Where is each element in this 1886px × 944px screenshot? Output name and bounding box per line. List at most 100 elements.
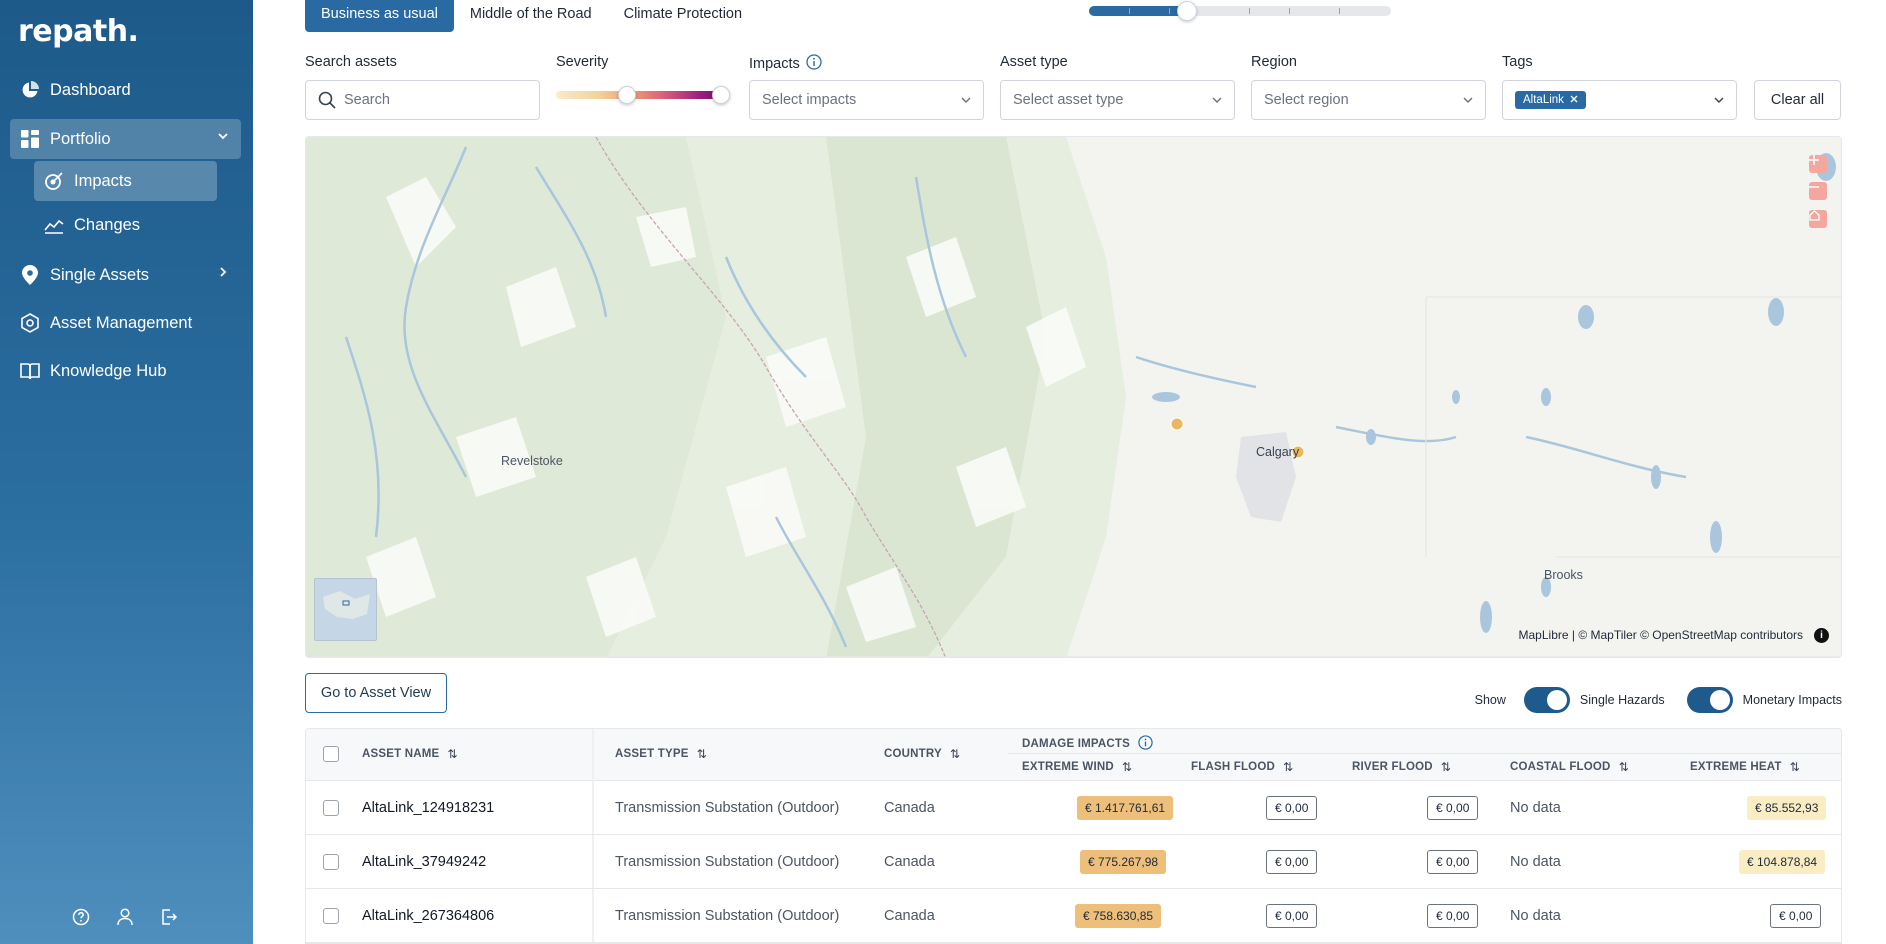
sidebar-item-knowledge-hub[interactable]: Knowledge Hub: [10, 351, 241, 391]
single-hazards-label: Single Hazards: [1579, 693, 1665, 707]
show-toggles: Show Single Hazards Monetary Impacts: [1475, 687, 1842, 713]
region-select[interactable]: Select region: [1251, 80, 1486, 120]
table-header: ASSET NAME ⇅ ASSET TYPE ⇅ COUNTRY ⇅ DAMA…: [306, 729, 1841, 781]
sort-icon[interactable]: ⇅: [1619, 760, 1629, 774]
sidebar-item-single-assets[interactable]: Single Assets: [10, 255, 241, 295]
info-icon[interactable]: [1138, 735, 1153, 753]
tags-select[interactable]: AltaLink: [1502, 80, 1737, 120]
col-flash-flood[interactable]: FLASH FLOOD ⇅: [1191, 760, 1293, 774]
year-slider-fill: [1089, 6, 1187, 16]
asset-name-cell[interactable]: AltaLink_267364806: [362, 889, 494, 943]
severity-slider[interactable]: [556, 91, 726, 99]
sort-icon[interactable]: ⇅: [1122, 760, 1132, 774]
sort-icon[interactable]: ⇅: [697, 747, 707, 761]
table-row[interactable]: AltaLink_267364806 Transmission Substati…: [306, 889, 1841, 943]
country-cell: Canada: [884, 908, 935, 924]
year-slider-thumb[interactable]: [1177, 1, 1197, 21]
zoom-in-button[interactable]: [1809, 155, 1827, 173]
col-coastal-flood[interactable]: COASTAL FLOOD ⇅: [1510, 760, 1629, 774]
tag-chip: AltaLink: [1515, 91, 1586, 109]
asset-marker[interactable]: [1170, 417, 1184, 431]
col-extreme-wind[interactable]: EXTREME WIND ⇅: [1022, 760, 1132, 774]
col-country[interactable]: COUNTRY ⇅: [884, 747, 960, 761]
tab-business-as-usual[interactable]: Business as usual: [305, 0, 454, 32]
severity-max-thumb[interactable]: [712, 86, 730, 104]
severity-min-thumb[interactable]: [618, 86, 636, 104]
col-coastal-flood-label: COASTAL FLOOD: [1510, 761, 1611, 773]
sidebar-item-impacts[interactable]: Impacts: [34, 161, 217, 201]
pie-chart-icon: [20, 80, 40, 100]
user-icon[interactable]: [114, 906, 136, 928]
info-icon[interactable]: [806, 54, 822, 74]
minimap[interactable]: [314, 578, 377, 641]
sidebar-item-label: Impacts: [74, 171, 132, 190]
impacts-placeholder: Select impacts: [762, 92, 857, 108]
app-logo[interactable]: repath.: [18, 14, 139, 49]
select-all-checkbox[interactable]: [323, 746, 339, 762]
row-checkbox[interactable]: [323, 908, 339, 924]
chevron-down-icon: [1463, 93, 1473, 103]
single-hazards-toggle[interactable]: [1523, 687, 1570, 713]
asset-name-cell[interactable]: AltaLink_37949242: [362, 835, 486, 889]
flash-flood-value: € 0,00: [1266, 796, 1318, 820]
sidebar-item-portfolio[interactable]: Portfolio: [10, 119, 241, 159]
chevron-down-icon: [1212, 93, 1222, 103]
sort-icon[interactable]: ⇅: [1441, 760, 1451, 774]
logout-icon[interactable]: [158, 906, 180, 928]
row-checkbox[interactable]: [323, 800, 339, 816]
sidebar-item-label: Single Assets: [50, 265, 150, 284]
go-to-asset-view-button[interactable]: Go to Asset View: [305, 673, 447, 713]
impacts-table: ASSET NAME ⇅ ASSET TYPE ⇅ COUNTRY ⇅ DAMA…: [305, 728, 1842, 944]
coastal-flood-value: No data: [1510, 908, 1561, 924]
sidebar-item-label: Changes: [74, 215, 141, 234]
settings-hexagon-icon: [20, 313, 40, 333]
search-input[interactable]: Search: [305, 80, 540, 120]
table-row[interactable]: AltaLink_37949242 Transmission Substatio…: [306, 835, 1841, 889]
asset-type-label: Asset type: [1000, 54, 1068, 70]
sort-icon[interactable]: ⇅: [1283, 760, 1293, 774]
asset-name-cell[interactable]: AltaLink_124918231: [362, 781, 494, 835]
sort-icon[interactable]: ⇅: [447, 747, 457, 761]
table-row[interactable]: AltaLink_124918231 Transmission Substati…: [306, 781, 1841, 835]
sidebar-item-label: Asset Management: [50, 313, 193, 332]
tab-middle-of-the-road[interactable]: Middle of the Road: [454, 0, 608, 32]
row-checkbox[interactable]: [323, 854, 339, 870]
col-asset-name[interactable]: ASSET NAME ⇅: [362, 747, 458, 761]
asset-type-cell: Transmission Substation (Outdoor): [615, 854, 840, 870]
slider-tick: [1249, 8, 1250, 14]
asset-type-cell: Transmission Substation (Outdoor): [615, 800, 840, 816]
monetary-impacts-toggle[interactable]: [1686, 687, 1733, 713]
clear-all-button[interactable]: Clear all: [1754, 80, 1841, 120]
impacts-select[interactable]: Select impacts: [749, 80, 984, 120]
sidebar-item-asset-management[interactable]: Asset Management: [10, 303, 241, 343]
tab-climate-protection[interactable]: Climate Protection: [608, 0, 758, 32]
coastal-flood-value: No data: [1510, 800, 1561, 816]
col-extreme-wind-label: EXTREME WIND: [1022, 761, 1114, 773]
sidebar-item-dashboard[interactable]: Dashboard: [10, 70, 241, 110]
coastal-flood-value: No data: [1510, 854, 1561, 870]
asset-type-select[interactable]: Select asset type: [1000, 80, 1235, 120]
col-extreme-heat[interactable]: EXTREME HEAT ⇅: [1690, 760, 1800, 774]
chevron-down-icon: [961, 93, 971, 103]
help-icon[interactable]: [70, 906, 92, 928]
map[interactable]: Revelstoke Calgary Brooks MapLibre | © M…: [305, 136, 1842, 658]
col-river-flood[interactable]: RIVER FLOOD ⇅: [1352, 760, 1451, 774]
search-placeholder: Search: [344, 92, 390, 108]
close-icon[interactable]: [1570, 94, 1578, 106]
col-asset-type[interactable]: ASSET TYPE ⇅: [615, 747, 707, 761]
show-label: Show: [1474, 693, 1506, 707]
sort-icon[interactable]: ⇅: [950, 747, 960, 761]
info-icon[interactable]: i: [1814, 628, 1829, 643]
region-label: Region: [1251, 54, 1297, 70]
sidebar-item-label: Dashboard: [50, 80, 131, 99]
group-damage-impacts: DAMAGE IMPACTS: [1022, 735, 1153, 753]
impacts-icon: [44, 171, 64, 191]
zoom-out-button[interactable]: [1809, 182, 1827, 200]
main-content: Business as usual Middle of the Road Cli…: [253, 0, 1886, 944]
year-slider[interactable]: [1089, 1, 1391, 21]
asset-type-placeholder: Select asset type: [1013, 92, 1124, 108]
sort-icon[interactable]: ⇅: [1790, 760, 1800, 774]
sidebar-item-changes[interactable]: Changes: [34, 205, 217, 245]
river-flood-value: € 0,00: [1427, 850, 1479, 874]
home-icon[interactable]: [1809, 210, 1827, 228]
